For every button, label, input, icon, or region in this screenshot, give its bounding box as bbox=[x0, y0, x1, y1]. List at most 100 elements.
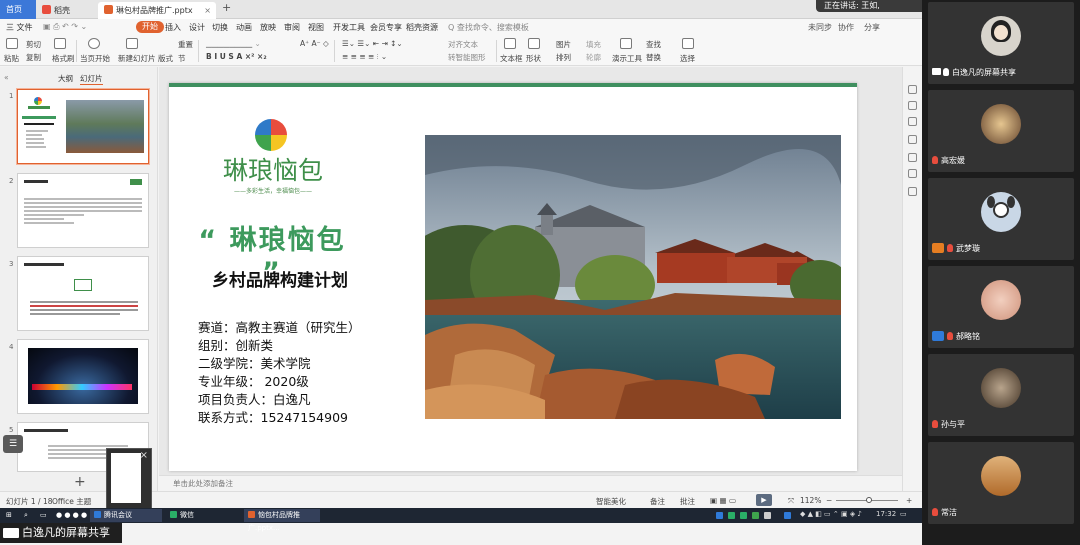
participant-card[interactable]: 郝略铭 bbox=[928, 266, 1074, 348]
textbox-icon[interactable] bbox=[504, 38, 518, 49]
village-photo[interactable] bbox=[425, 135, 841, 419]
list-buttons[interactable]: ☰⌄ ☰⌄ ⇤ ⇥ ↕⌄ bbox=[342, 39, 403, 48]
sidebar-tool-icon[interactable] bbox=[908, 135, 917, 144]
participant-card[interactable]: 武梦璇 bbox=[928, 178, 1074, 260]
task-wps[interactable]: 恼包村品牌推广.pptx... bbox=[244, 509, 320, 532]
menu-developer[interactable]: 开发工具 bbox=[333, 22, 365, 33]
tab-pptx-file[interactable]: 琳包村品牌推广.pptx × bbox=[98, 2, 216, 19]
comments-button[interactable]: 批注 bbox=[680, 496, 695, 507]
slide-thumbnail-4[interactable] bbox=[17, 339, 149, 414]
search-icon[interactable]: ⌕ bbox=[20, 509, 28, 522]
menu-home[interactable]: 开始 bbox=[136, 21, 164, 33]
collab-button[interactable]: 协作 bbox=[838, 22, 854, 33]
command-search[interactable]: Q 查找命令、搜索模板 bbox=[448, 22, 529, 33]
close-icon[interactable]: × bbox=[204, 2, 211, 19]
info-contact[interactable]: 联系方式：15247154909 bbox=[198, 407, 348, 426]
zoom-level[interactable]: 112% bbox=[800, 496, 821, 505]
outline-button[interactable]: 轮廓 bbox=[586, 52, 601, 63]
slide-thumbnail-2[interactable] bbox=[17, 173, 149, 248]
menu-slideshow[interactable]: 放映 bbox=[260, 22, 276, 33]
current-slide[interactable]: 琳琅恼包 ——多彩生活，幸福恼包—— “ 琳琅恼包 ” 乡村品牌构建计划 赛道：… bbox=[169, 83, 857, 471]
tray-icon[interactable] bbox=[764, 512, 771, 519]
menu-animation[interactable]: 动画 bbox=[236, 22, 252, 33]
reset-button[interactable]: 重置 bbox=[178, 39, 193, 50]
info-grade[interactable]: 专业年级： 2020级 bbox=[198, 371, 309, 390]
menu-docer[interactable]: 稻壳资源 bbox=[406, 22, 438, 33]
shape-icon[interactable] bbox=[528, 38, 542, 49]
arrange-button[interactable]: 排列 bbox=[556, 52, 571, 63]
section-button[interactable]: 节 bbox=[178, 53, 186, 64]
taskview-icon[interactable]: ▭ bbox=[36, 509, 47, 522]
play-from-current-button[interactable]: 当页开始 bbox=[80, 53, 110, 64]
zoom-out-button[interactable]: − bbox=[826, 496, 832, 505]
tab-docer[interactable]: 稻壳 bbox=[36, 2, 96, 19]
cut-button[interactable]: 剪切 bbox=[26, 39, 41, 50]
new-slide-button[interactable]: 新建幻灯片 bbox=[118, 53, 156, 64]
new-tab-button[interactable]: + bbox=[222, 1, 231, 14]
participant-card[interactable]: 高宏媛 bbox=[928, 90, 1074, 172]
close-icon[interactable]: × bbox=[140, 450, 148, 461]
slide-subtitle[interactable]: 乡村品牌构建计划 bbox=[195, 266, 365, 291]
theme-name[interactable]: Office 主题 bbox=[52, 496, 91, 507]
select-icon[interactable] bbox=[682, 38, 696, 49]
sync-status[interactable]: 未同步 bbox=[808, 22, 832, 33]
quick-access-icons[interactable]: ▣ ⎙ ↶ ↷ ⌄ bbox=[43, 22, 87, 32]
notification-icon[interactable]: ▭ bbox=[900, 510, 907, 518]
info-track[interactable]: 赛道：高教主赛道（研究生） bbox=[198, 317, 361, 336]
file-menu[interactable]: 三 文件 bbox=[6, 22, 33, 33]
select-button[interactable]: 选择 bbox=[680, 53, 695, 64]
info-college[interactable]: 二级学院：美术学院 bbox=[198, 353, 311, 372]
floating-preview-window[interactable]: × bbox=[106, 448, 152, 509]
participant-card[interactable]: 孙与平 bbox=[928, 354, 1074, 436]
menu-member[interactable]: 会员专享 bbox=[370, 22, 402, 33]
task-wechat[interactable]: 微信 bbox=[166, 509, 238, 522]
paste-button[interactable]: 粘贴 bbox=[4, 53, 19, 64]
collapse-pane-icon[interactable]: « bbox=[4, 73, 9, 82]
add-slide-button[interactable]: + bbox=[74, 474, 86, 490]
view-mode-icons[interactable]: ▣ ▦ ▭ bbox=[710, 496, 736, 505]
sidebar-tool-icon[interactable] bbox=[908, 117, 917, 126]
copy-button[interactable]: 复制 bbox=[26, 52, 41, 63]
presentation-tools-icon[interactable] bbox=[620, 38, 634, 49]
tray-icon[interactable] bbox=[752, 512, 759, 519]
tab-home[interactable]: 首页 bbox=[0, 0, 36, 19]
menu-insert[interactable]: 插入 bbox=[165, 22, 181, 33]
zoom-in-button[interactable]: + bbox=[906, 496, 912, 505]
layout-button[interactable]: 版式 bbox=[158, 53, 173, 64]
slide-thumbnail-1[interactable] bbox=[17, 89, 149, 164]
tray-icon[interactable] bbox=[740, 512, 747, 519]
convert-graphic-button[interactable]: 转智能图形 bbox=[448, 52, 486, 63]
play-icon[interactable] bbox=[88, 38, 102, 49]
notes-pane[interactable]: 单击此处添加备注 bbox=[159, 475, 902, 489]
zoom-slider-handle[interactable] bbox=[866, 497, 872, 503]
participant-card[interactable]: 常洁 bbox=[928, 442, 1074, 524]
presentation-tools-button[interactable]: 演示工具 bbox=[612, 53, 642, 64]
system-tray-icons[interactable]: ◆ ▲ ◧ ▭ ⌃ ▣ ◈ ♪ bbox=[800, 510, 862, 518]
share-button[interactable]: 分享 bbox=[864, 22, 880, 33]
font-family-select[interactable]: ▁▁▁▁▁▁▁▁ ⌄ bbox=[206, 39, 261, 48]
format-painter-button[interactable]: 格式刷 bbox=[52, 53, 75, 64]
tray-icon[interactable] bbox=[716, 512, 723, 519]
fill-button[interactable]: 填充 bbox=[586, 39, 601, 50]
font-size-buttons[interactable]: A⁺ A⁻ ◇ bbox=[300, 39, 329, 48]
task-tencent-meeting[interactable]: 腾讯会议 bbox=[90, 509, 162, 522]
shape-button[interactable]: 形状 bbox=[526, 53, 541, 64]
smart-beautify-button[interactable]: 智能美化 bbox=[596, 496, 626, 507]
sidebar-tool-icon[interactable] bbox=[908, 169, 917, 178]
format-painter-icon[interactable] bbox=[54, 38, 68, 49]
image-button[interactable]: 图片 bbox=[556, 39, 571, 50]
font-style-buttons[interactable]: B I U S A ×² ×₂ bbox=[206, 52, 267, 61]
tray-icon[interactable] bbox=[728, 512, 735, 519]
notes-button[interactable]: 备注 bbox=[650, 496, 665, 507]
textbox-button[interactable]: 文本框 bbox=[500, 53, 523, 64]
info-leader[interactable]: 项目负责人：白逸凡 bbox=[198, 389, 311, 408]
tab-outline[interactable]: 大纲 bbox=[58, 73, 73, 84]
menu-design[interactable]: 设计 bbox=[189, 22, 205, 33]
paste-icon[interactable] bbox=[6, 38, 20, 49]
text-direction-button[interactable]: 对齐文本 bbox=[448, 39, 478, 50]
menu-transition[interactable]: 切换 bbox=[212, 22, 228, 33]
fit-icon[interactable]: ⤧ bbox=[788, 496, 794, 506]
sidebar-tool-icon[interactable] bbox=[908, 153, 917, 162]
sidebar-tool-icon[interactable] bbox=[908, 101, 917, 110]
app-icons[interactable]: ● ● ● ● bbox=[52, 509, 87, 522]
